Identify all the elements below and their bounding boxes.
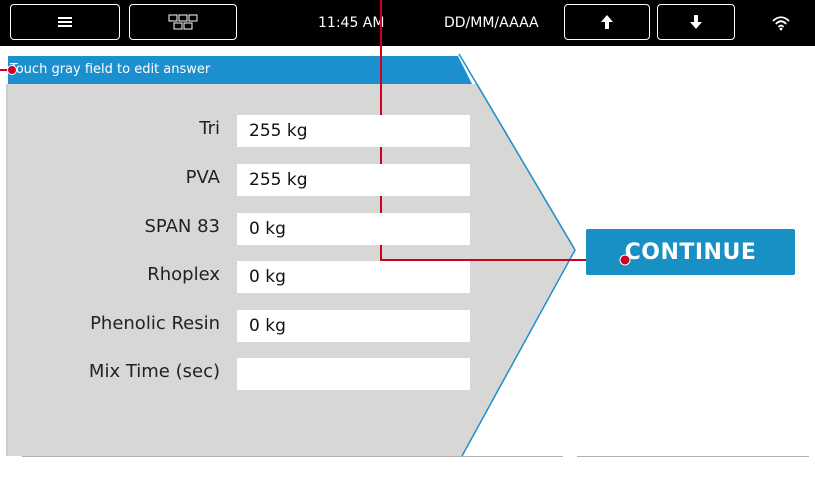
continue-button[interactable]: CONTINUE: [586, 229, 795, 275]
field-span-83[interactable]: 0 kg: [237, 213, 470, 245]
label-pva: PVA: [185, 167, 220, 188]
field-phenolic-resin[interactable]: 0 kg: [237, 310, 470, 342]
label-mix-time: Mix Time (sec): [88, 361, 220, 382]
field-rhoplex[interactable]: 0 kg: [237, 261, 470, 293]
field-mix-time[interactable]: [237, 358, 470, 390]
label-rhoplex: Rhoplex: [147, 264, 220, 285]
hint-text: Touch gray field to edit answer: [10, 62, 211, 77]
field-tri[interactable]: 255 kg: [237, 115, 470, 147]
field-pva[interactable]: 255 kg: [237, 164, 470, 196]
bottom-divider-right: [577, 456, 809, 457]
label-tri: Tri: [199, 118, 220, 139]
label-span-83: SPAN 83: [144, 216, 220, 237]
bottom-divider-left: [22, 456, 563, 457]
label-phenolic-resin: Phenolic Resin: [90, 313, 220, 334]
